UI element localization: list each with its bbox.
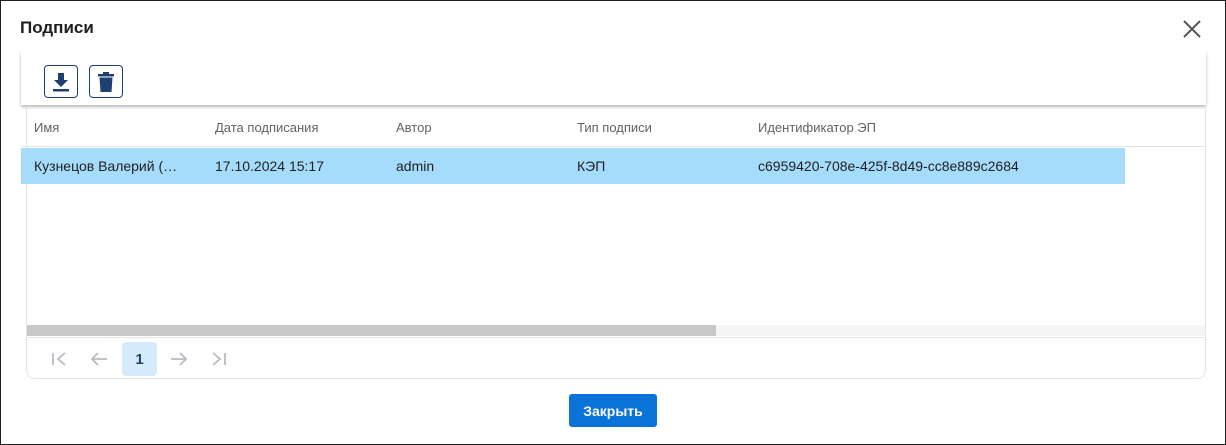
page-number-button[interactable]: 1 (122, 342, 157, 376)
column-header-author[interactable]: Автор (396, 120, 432, 135)
column-header-name[interactable]: Имя (34, 120, 59, 135)
cell-date: 17.10.2024 15:17 (215, 158, 324, 174)
column-header-id[interactable]: Идентификатор ЭП (758, 120, 876, 135)
cell-author: admin (396, 158, 435, 174)
horizontal-scrollbar[interactable] (27, 325, 1205, 336)
cell-id: c6959420-708e-425f-8d49-cc8e889c2684 (758, 158, 1019, 174)
column-header-date[interactable]: Дата подписания (215, 120, 318, 135)
table-header: Имя Дата подписания Автор Тип подписи Ид… (21, 107, 1206, 147)
download-icon (53, 72, 69, 91)
download-button[interactable] (44, 65, 78, 98)
dialog-title: Подписи (20, 18, 94, 37)
first-page-icon[interactable] (45, 344, 75, 374)
arrow-right-icon[interactable] (164, 344, 194, 374)
scrollbar-thumb[interactable] (27, 325, 716, 336)
column-header-type[interactable]: Тип подписи (577, 120, 652, 135)
trash-icon (98, 71, 114, 92)
toolbar (21, 51, 1206, 105)
close-icon[interactable] (1180, 17, 1204, 41)
arrow-left-icon[interactable] (84, 344, 114, 374)
cell-type: КЭП (577, 158, 606, 174)
pagination: 1 (27, 337, 1205, 378)
close-button[interactable]: Закрыть (569, 394, 657, 427)
signatures-dialog: Подписи Имя Дата подписания Автор Тип по… (0, 0, 1226, 445)
cell-name: Кузнецов Валерий (… (34, 158, 178, 174)
table-row[interactable]: Кузнецов Валерий (… 17.10.2024 15:17 adm… (21, 148, 1125, 184)
last-page-icon[interactable] (203, 344, 233, 374)
signatures-table: Имя Дата подписания Автор Тип подписи Ид… (21, 107, 1206, 379)
delete-button[interactable] (89, 65, 123, 98)
